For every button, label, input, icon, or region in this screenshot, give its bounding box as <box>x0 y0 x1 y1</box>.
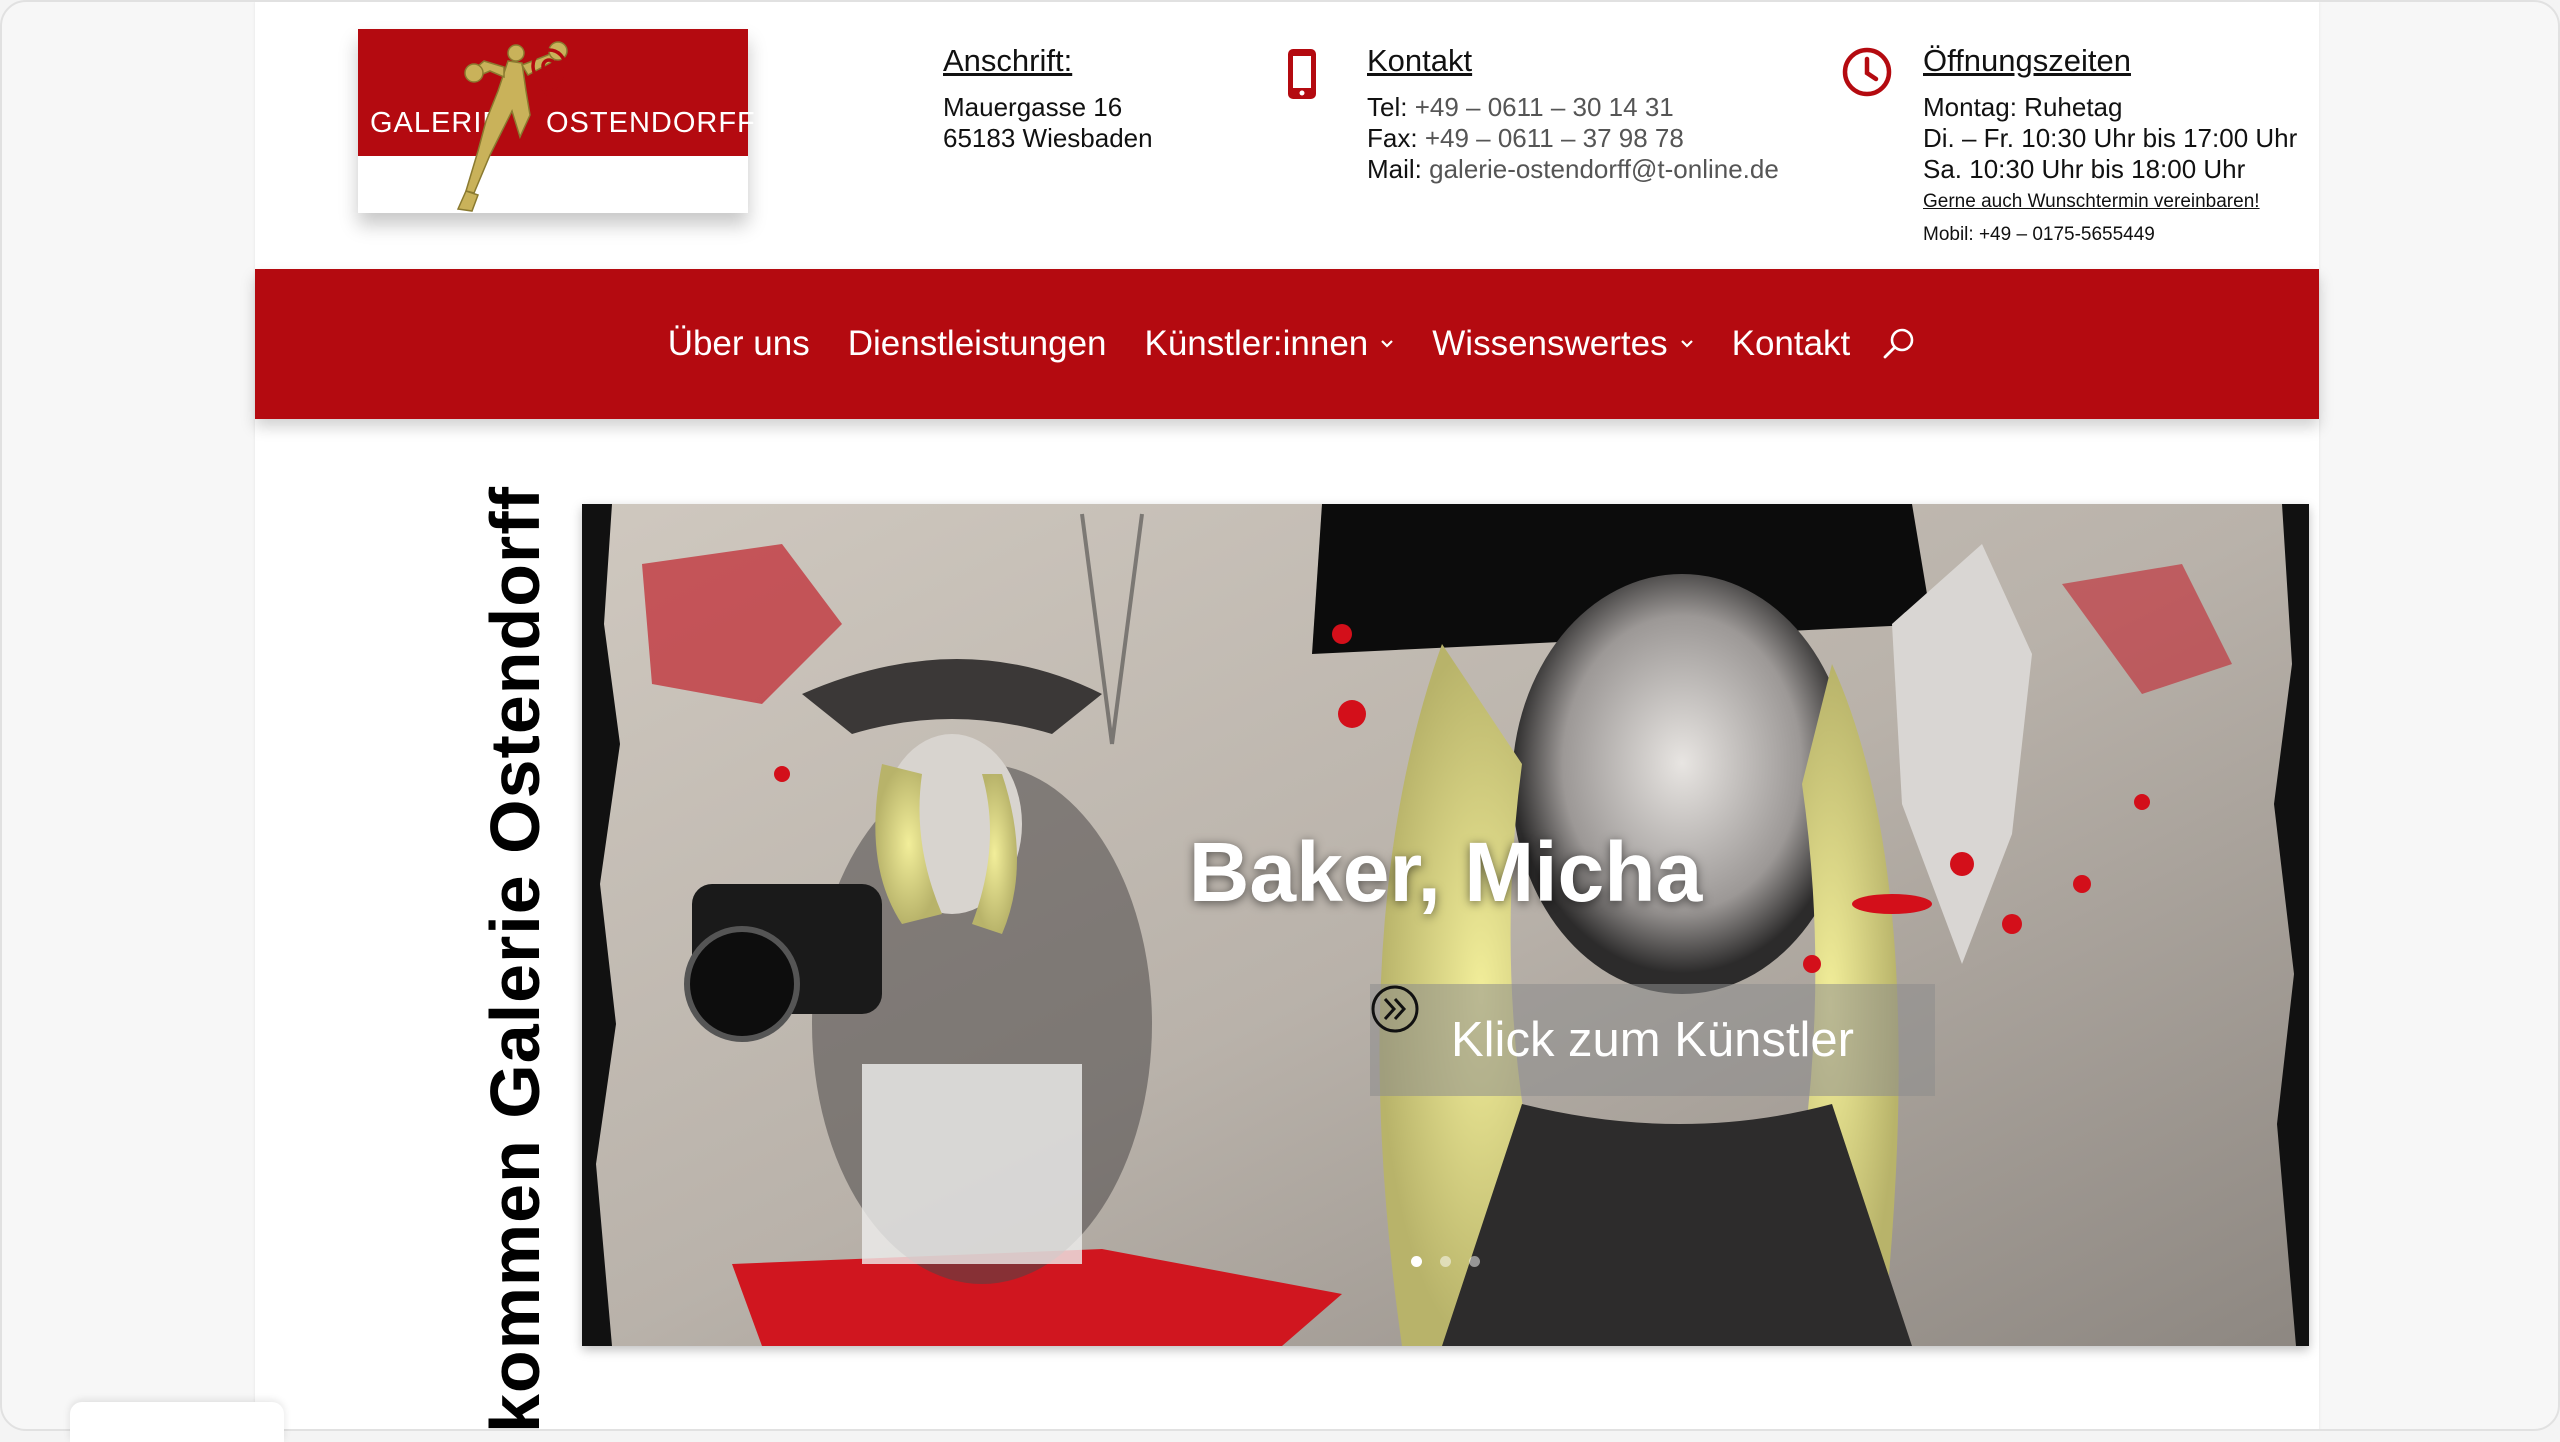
chevron-down-icon <box>1381 340 1394 348</box>
double-chevron-right-icon <box>1371 985 1419 1033</box>
contact-tel[interactable]: Tel: +49 – 0611 – 30 14 31 <box>1367 92 1779 123</box>
artist-link-button[interactable]: Klick zum Künstler <box>1370 984 1935 1096</box>
map-pin-icon <box>531 48 567 99</box>
address-block: Anschrift: Mauergasse 16 65183 Wiesbaden <box>943 44 1153 154</box>
hours-line2: Di. – Fr. 10:30 Uhr bis 17:00 Uhr <box>1923 123 2298 153</box>
contact-mail[interactable]: Mail: galerie-ostendorff@t-online.de <box>1367 154 1779 185</box>
slide-title: Baker, Micha <box>1188 825 1703 919</box>
contact-block: Kontakt Tel: +49 – 0611 – 30 14 31 Fax: … <box>1367 44 1779 185</box>
address-line2: 65183 Wiesbaden <box>943 123 1153 153</box>
nav-item-kontakt[interactable]: Kontakt <box>1732 324 1851 364</box>
nav-item-dienstleistungen[interactable]: Dienstleistungen <box>848 324 1107 364</box>
chevron-down-icon <box>1680 340 1693 348</box>
artwork-image <box>582 504 2309 1346</box>
nav-item-ueber-uns[interactable]: Über uns <box>668 324 810 364</box>
bottom-overlay-tab[interactable] <box>70 1402 284 1442</box>
artist-link-label: Klick zum Künstler <box>1450 1013 1854 1067</box>
hours-line3: Sa. 10:30 Uhr bis 18:00 Uhr <box>1923 154 2246 184</box>
clock-icon <box>1842 47 1892 97</box>
smartphone-icon <box>1288 49 1316 99</box>
slider-pagination <box>582 1256 2309 1267</box>
hours-block: Öffnungszeiten Montag: Ruhetag Di. – Fr.… <box>1923 44 2297 251</box>
hours-line1: Montag: Ruhetag <box>1923 92 2123 122</box>
slider-dot-1[interactable] <box>1411 1256 1422 1267</box>
nav-item-kuenstler[interactable]: Künstler:innen <box>1145 324 1395 364</box>
appointment-link[interactable]: Gerne auch Wunschtermin vereinbaren! <box>1923 185 2297 219</box>
contact-fax: Fax: +49 – 0611 – 37 98 78 <box>1367 123 1684 153</box>
search-icon[interactable] <box>1882 327 1916 361</box>
address-line1: Mauergasse 16 <box>943 92 1123 122</box>
contact-heading[interactable]: Kontakt <box>1367 44 1779 78</box>
main-nav: Über uns Dienstleistungen Künstler:innen… <box>255 269 2319 419</box>
browser-window: GALERIE OSTENDORFF Anschrift: Mauergasse… <box>0 0 2560 1431</box>
address-heading: Anschrift: <box>943 43 1073 78</box>
vertical-welcome-title: kommen Galerie Ostendorff <box>476 486 554 1431</box>
hero-slider[interactable]: Baker, Micha Klick zum Künstler <box>582 504 2309 1346</box>
page: GALERIE OSTENDORFF Anschrift: Mauergasse… <box>255 2 2319 1431</box>
mobile-number[interactable]: Mobil: +49 – 0175-5655449 <box>1923 219 2297 251</box>
slider-dot-3[interactable] <box>1469 1256 1480 1267</box>
hours-heading: Öffnungszeiten <box>1923 43 2131 78</box>
nav-item-wissenswertes[interactable]: Wissenswertes <box>1432 324 1693 364</box>
slider-dot-2[interactable] <box>1440 1256 1451 1267</box>
